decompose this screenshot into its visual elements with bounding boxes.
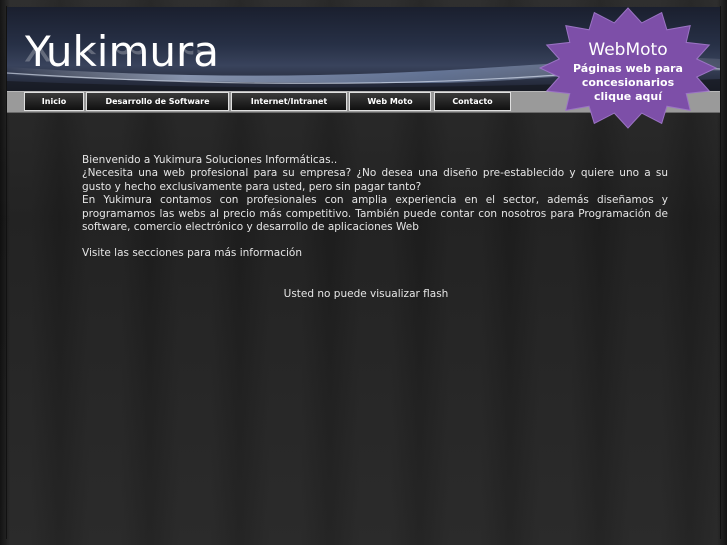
nav-contacto[interactable]: Contacto: [434, 92, 511, 111]
site-logo-reflection: Yukimura: [25, 48, 219, 70]
badge-line-2: concesionarios: [581, 76, 675, 89]
nav-desarrollo-software[interactable]: Desarrollo de Software: [86, 92, 229, 111]
sections-note: Visite las secciones para más informació…: [82, 247, 302, 260]
flash-notice: Usted no puede visualizar flash: [283, 288, 449, 300]
nav-web-moto[interactable]: Web Moto: [349, 92, 431, 111]
badge-title: WebMoto: [588, 40, 668, 60]
main-content: Bienvenido a Yukimura Soluciones Informá…: [82, 154, 668, 261]
webmoto-badge[interactable]: WebMoto Páginas web para concesionarios …: [538, 6, 718, 130]
nav-internet-intranet[interactable]: Internet/Intranet: [231, 92, 347, 111]
badge-line-1: Páginas web para: [573, 62, 683, 75]
welcome-text: Bienvenido a Yukimura Soluciones Informá…: [82, 154, 338, 166]
about-paragraph: En Yukimura contamos con profesionales c…: [82, 194, 668, 234]
badge-line-3: clique aquí: [594, 90, 662, 103]
intro-paragraph: ¿Necesita una web profesional para su em…: [82, 167, 668, 193]
nav-inicio[interactable]: Inicio: [24, 92, 84, 111]
